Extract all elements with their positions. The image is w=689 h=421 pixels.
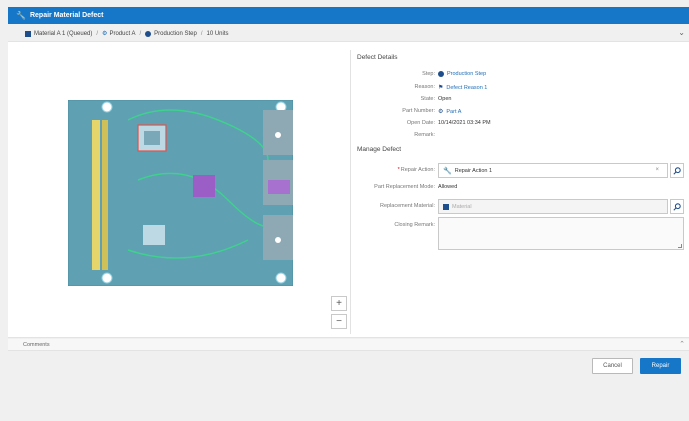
step-value-text: Production Step [447,71,487,77]
flag-icon: ⚑ [438,85,444,91]
material-icon [25,30,31,37]
clear-icon[interactable]: × [655,167,659,173]
required-marker: * [397,167,400,173]
manage-defect-heading: Manage Defect [357,146,402,153]
footer: Cancel Repair [8,352,689,421]
part-number-text: Part A [446,108,462,115]
repair-action-label-text: Repair Action: [400,167,435,173]
reason-value-text: Defect Reason 1 [446,84,488,91]
main-panel: + − Defect Details Step: Production Step… [8,41,689,338]
resize-handle-icon[interactable] [678,244,682,248]
defect-details-heading: Defect Details [357,54,398,61]
repair-action-label: *Repair Action: [359,167,435,173]
breadcrumb-product[interactable]: Product A [109,31,135,37]
product-icon: ⚙ [438,109,444,115]
panel-divider [350,50,351,334]
search-icon [673,202,681,211]
step-label: Step: [422,71,435,77]
closing-remark-label: Closing Remark: [394,222,435,228]
repair-action-search-button[interactable] [670,163,684,178]
step-value[interactable]: Production Step [438,71,486,77]
replacement-material-placeholder: Material [452,203,472,210]
open-date-label: Open Date: [406,120,435,126]
pcb-board-image[interactable] [68,100,293,286]
wrench-icon: 🔧 [16,11,26,20]
replacement-material-label: Replacement Material: [379,203,435,209]
comments-bar[interactable]: Comments ⌃ [8,339,689,351]
part-replacement-mode-value: Allowed [438,184,458,190]
zoom-in-button[interactable]: + [331,296,347,311]
repair-button[interactable]: Repair [640,358,681,374]
page-title: Repair Material Defect [29,12,104,19]
open-date-value: 10/14/2021 03:34 PM [438,120,491,126]
replacement-material-search-button[interactable] [670,199,684,214]
breadcrumb: Material A 1 (Queued) / ⚙ Product A / Pr… [8,27,689,40]
replacement-material-field[interactable]: Material [438,199,668,214]
search-icon [673,166,681,175]
state-label: State: [420,96,435,102]
breadcrumb-step[interactable]: Production Step [154,31,197,37]
cancel-button[interactable]: Cancel [592,358,633,374]
step-icon [145,30,152,37]
step-icon [438,71,444,77]
title-bar: 🔧 Repair Material Defect [8,7,689,24]
product-icon: ⚙ [102,31,108,37]
material-icon [443,203,449,210]
reason-label: Reason: [414,84,436,90]
remark-label: Remark: [414,132,435,138]
repair-action-field[interactable]: 🔧 Repair Action 1 × [438,163,668,178]
state-value: Open [438,96,452,102]
closing-remark-textarea[interactable] [438,217,684,250]
comments-label: Comments [23,341,50,348]
breadcrumb-material[interactable]: Material A 1 (Queued) [34,31,92,37]
chevron-up-icon[interactable]: ⌃ [679,340,685,348]
repair-action-value: Repair Action 1 [454,167,493,174]
chevron-down-icon[interactable]: ⌄ [678,28,685,37]
reason-value[interactable]: ⚑ Defect Reason 1 [438,84,488,92]
breadcrumb-separator: / [96,30,99,37]
wrench-icon: 🔧 [443,167,452,175]
zoom-out-button[interactable]: − [331,314,347,329]
breadcrumb-separator: / [139,30,142,37]
part-number-value[interactable]: ⚙ Part A [438,108,462,116]
part-replacement-mode-label: Part Replacement Mode: [374,184,435,190]
breadcrumb-quantity: 10 Units [206,30,229,37]
breadcrumb-separator: / [200,30,203,37]
part-number-label: Part Number: [402,108,435,114]
